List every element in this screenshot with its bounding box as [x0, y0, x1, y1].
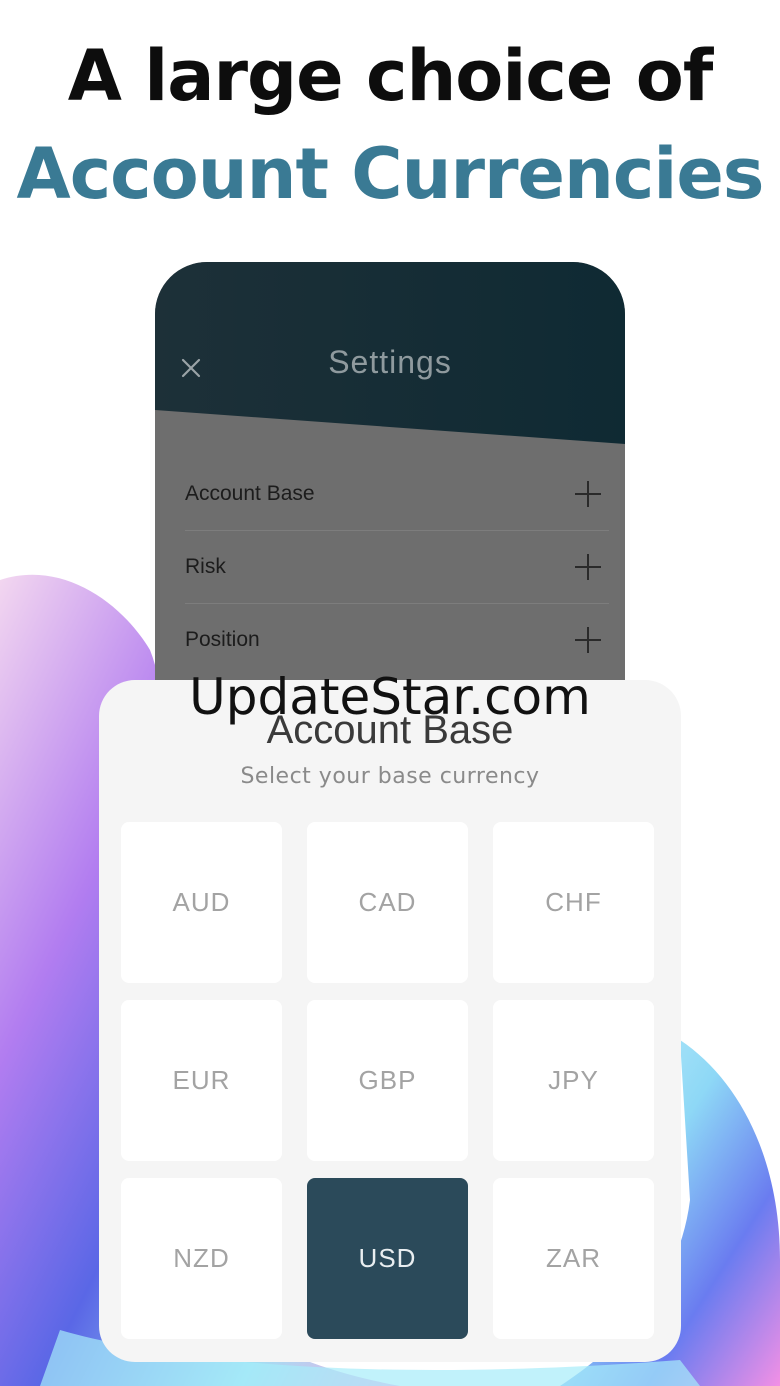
headline-line-2: Account Currencies	[16, 133, 765, 215]
settings-menu: Account Base Risk Position	[185, 458, 609, 676]
currency-tile-jpy[interactable]: JPY	[493, 1000, 654, 1161]
currency-tile-cad[interactable]: CAD	[307, 822, 468, 983]
menu-item-risk[interactable]: Risk	[185, 531, 609, 604]
menu-item-label: Risk	[185, 555, 226, 578]
currency-tile-eur[interactable]: EUR	[121, 1000, 282, 1161]
settings-title: Settings	[328, 344, 452, 380]
headline-line-1: A large choice of	[67, 35, 714, 117]
plus-icon[interactable]	[575, 481, 601, 507]
currency-tile-zar[interactable]: ZAR	[493, 1178, 654, 1339]
settings-screen: Settings Account Base Risk Position	[155, 262, 625, 702]
menu-item-label: Account Base	[185, 482, 315, 505]
account-base-sheet: Account Base Select your base currency A…	[99, 680, 681, 1362]
watermark: UpdateStar.com	[189, 668, 591, 726]
sheet-subtitle: Select your base currency	[240, 764, 540, 789]
menu-item-position[interactable]: Position	[185, 604, 609, 676]
currency-tile-usd-selected[interactable]: USD	[307, 1178, 468, 1339]
menu-item-label: Position	[185, 628, 260, 651]
currency-tile-gbp[interactable]: GBP	[307, 1000, 468, 1161]
currency-grid: AUD CAD CHF EUR GBP JPY NZD USD ZAR	[121, 822, 657, 1339]
plus-icon[interactable]	[575, 627, 601, 653]
currency-tile-nzd[interactable]: NZD	[121, 1178, 282, 1339]
menu-item-account-base[interactable]: Account Base	[185, 458, 609, 531]
currency-tile-chf[interactable]: CHF	[493, 822, 654, 983]
headline: A large choice of Account Currencies	[0, 30, 780, 226]
currency-tile-aud[interactable]: AUD	[121, 822, 282, 983]
plus-icon[interactable]	[575, 554, 601, 580]
